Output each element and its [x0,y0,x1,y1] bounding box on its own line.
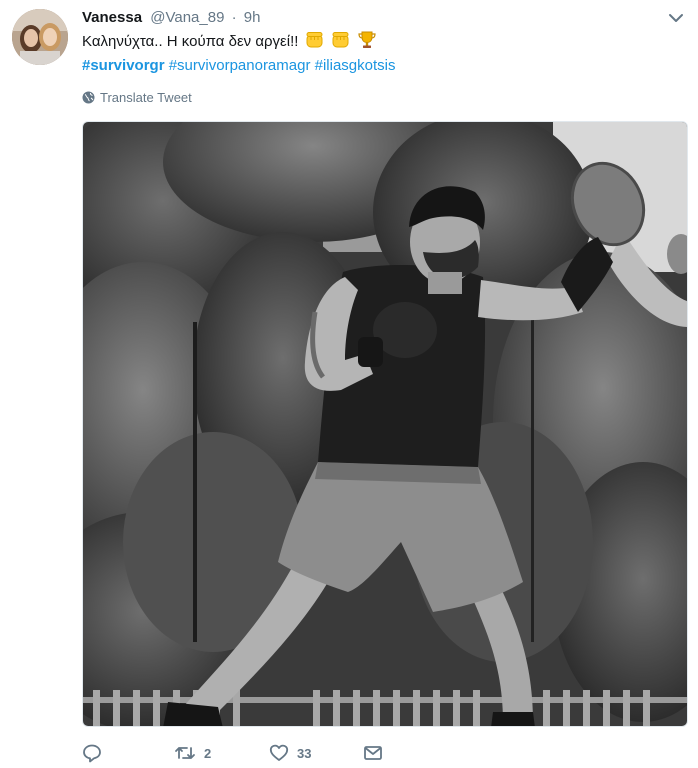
reply-button[interactable] [82,742,174,764]
like-button[interactable]: 33 [269,742,363,764]
timestamp[interactable]: 9h [244,9,261,26]
hashtag-link[interactable]: #survivorpanoramagr [169,57,311,74]
hashtag-link[interactable]: #iliasgkotsis [315,57,396,74]
raised-fist-icon [306,32,323,48]
translate-label: Translate Tweet [100,90,192,105]
retweet-icon [175,747,195,759]
retweet-button[interactable]: 2 [174,742,269,764]
tweet-header: Vanessa @Vana_89 · 9h [82,8,260,28]
hashtag-line: #survivorgr #survivorpanoramagr #iliasgk… [82,55,396,77]
tweet-text: Καληνύχτα.. Η κούπα δεν αργεί!! [82,31,377,53]
trophy-icon [358,31,376,48]
tweet-text-content: Καληνύχτα.. Η κούπα δεν αργεί!! [82,33,299,50]
tweet-actions: 2 33 [82,742,383,764]
avatar[interactable] [12,9,68,65]
hashtag-link[interactable]: #survivorgr [82,57,165,74]
user-handle[interactable]: @Vana_89 [150,9,224,26]
direct-message-button[interactable] [363,742,383,764]
retweet-count: 2 [204,745,212,761]
tweet-photo[interactable] [82,121,688,727]
heart-icon [269,744,289,761]
translate-tweet-link[interactable]: Translate Tweet [82,89,192,106]
chevron-down-icon[interactable] [668,10,684,26]
globe-icon [82,91,95,104]
like-count: 33 [297,745,312,761]
envelope-icon [364,746,382,760]
display-name[interactable]: Vanessa [82,9,142,26]
raised-fist-icon [332,32,349,48]
reply-icon [83,744,101,763]
separator-dot: · [231,9,237,26]
